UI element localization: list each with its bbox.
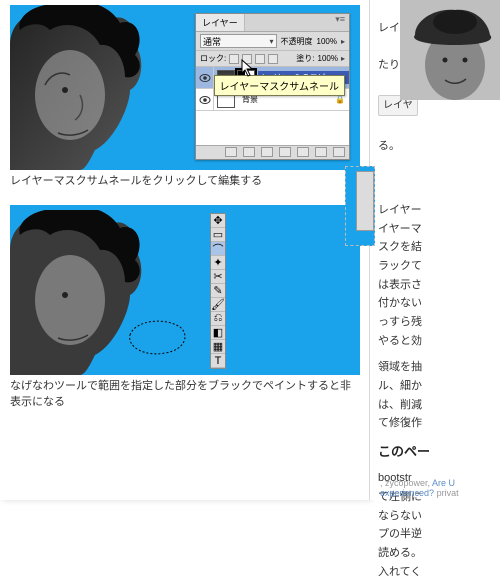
crop-tool[interactable]: ✂ [211, 270, 225, 284]
folder-icon[interactable] [297, 147, 309, 157]
figure-1-canvas: レイヤー ▾≡ 通常 ▾ 不透明度 100% ▸ ロック: [10, 5, 360, 170]
opacity-value[interactable]: 100% [317, 37, 337, 46]
opacity-label: 不透明度 [281, 36, 313, 47]
lock-icon: 🔒 [335, 95, 349, 104]
sidebar-column: を 範囲選択 ジの背景を範 だが、イメー ーマスク(後述 レイヤー たり、肖 レ… [370, 0, 500, 500]
wand-tool[interactable]: ✦ [211, 256, 225, 270]
visibility-toggle[interactable] [196, 67, 214, 88]
cursor-icon [241, 59, 255, 77]
new-layer-icon[interactable] [315, 147, 327, 157]
footer-text-1: , zycopower, [380, 478, 430, 488]
section-heading: このペー [378, 441, 500, 463]
figure-2-canvas: ✥ ▭ ⌒ ✦ ✂ ✎ 🖌 ⎌ ◧ ▦ T [10, 205, 360, 375]
type-tool[interactable]: T [211, 354, 225, 368]
gradient-tool[interactable]: ▦ [211, 340, 225, 354]
figure-2-caption: なげなわツールで範囲を指定した部分をブラックでペイントすると非表示になる [10, 375, 359, 420]
tools-palette[interactable]: ✥ ▭ ⌒ ✦ ✂ ✎ 🖌 ⎌ ◧ ▦ T [210, 213, 226, 369]
blend-opacity-row: 通常 ▾ 不透明度 100% ▸ [196, 32, 349, 51]
figure-1-caption: レイヤーマスクサムネールをクリックして編集する [10, 170, 359, 199]
chevron-icon[interactable]: ▸ [341, 54, 345, 63]
lock-transparency-icon[interactable] [229, 54, 239, 64]
para-1c: る。 [378, 140, 400, 152]
layers-tab[interactable]: レイヤー [196, 14, 245, 31]
fill-label: 塗り: [296, 53, 314, 64]
chevron-icon[interactable]: ▸ [341, 37, 345, 46]
panel-menu-icon[interactable]: ▾≡ [331, 14, 349, 31]
dropdown-icon: ▾ [270, 37, 274, 46]
panel-footer [196, 145, 349, 159]
lock-label: ロック: [200, 53, 226, 64]
footer: , zycopower, Are U experienced? privat [380, 478, 500, 498]
eraser-tool[interactable]: ◧ [211, 326, 225, 340]
adjustment-icon[interactable] [279, 147, 291, 157]
panel-tabs: レイヤー ▾≡ [196, 14, 349, 32]
trash-icon[interactable] [333, 147, 345, 157]
lock-fill-row: ロック: 塗り: 100% ▸ [196, 51, 349, 67]
portrait-photo-1 [10, 5, 150, 170]
fx-icon[interactable] [243, 147, 255, 157]
empty-layer-space [196, 111, 349, 145]
hat-man-photo [400, 0, 500, 100]
move-tool[interactable]: ✥ [211, 214, 225, 228]
main-content-column: レイヤー ▾≡ 通常 ▾ 不透明度 100% ▸ ロック: [0, 0, 370, 500]
lock-all-icon[interactable] [268, 54, 278, 64]
blend-mode-value: 通常 [203, 35, 221, 48]
lasso-selection [125, 315, 195, 360]
figure-1: レイヤー ▾≡ 通常 ▾ 不透明度 100% ▸ ロック: [10, 5, 359, 199]
link-layers-icon[interactable] [225, 147, 237, 157]
mask-icon[interactable] [261, 147, 273, 157]
mid-thumbnail [345, 166, 375, 246]
para-2: レイヤー イヤーマ スクを結 ラックて は表示さ 付かない っすら残 やると効 [378, 201, 500, 351]
para-3: 領域を抽 ル、細か は、削減 て修復作 [378, 358, 500, 433]
brush-tool[interactable]: 🖌 [211, 298, 225, 312]
stamp-tool[interactable]: ⎌ [211, 312, 225, 326]
figure-2: ✥ ▭ ⌒ ✦ ✂ ✎ 🖌 ⎌ ◧ ▦ T なげなわツールで範囲を指定した部分を… [10, 205, 359, 420]
fill-value[interactable]: 100% [318, 54, 338, 63]
visibility-toggle[interactable] [196, 89, 214, 110]
tooltip: レイヤーマスクサムネール [214, 75, 346, 96]
eyedropper-tool[interactable]: ✎ [211, 284, 225, 298]
footer-text-2: privat [437, 488, 459, 498]
blend-mode-select[interactable]: 通常 ▾ [200, 34, 277, 48]
lasso-tool[interactable]: ⌒ [211, 242, 225, 256]
lock-position-icon[interactable] [255, 54, 265, 64]
